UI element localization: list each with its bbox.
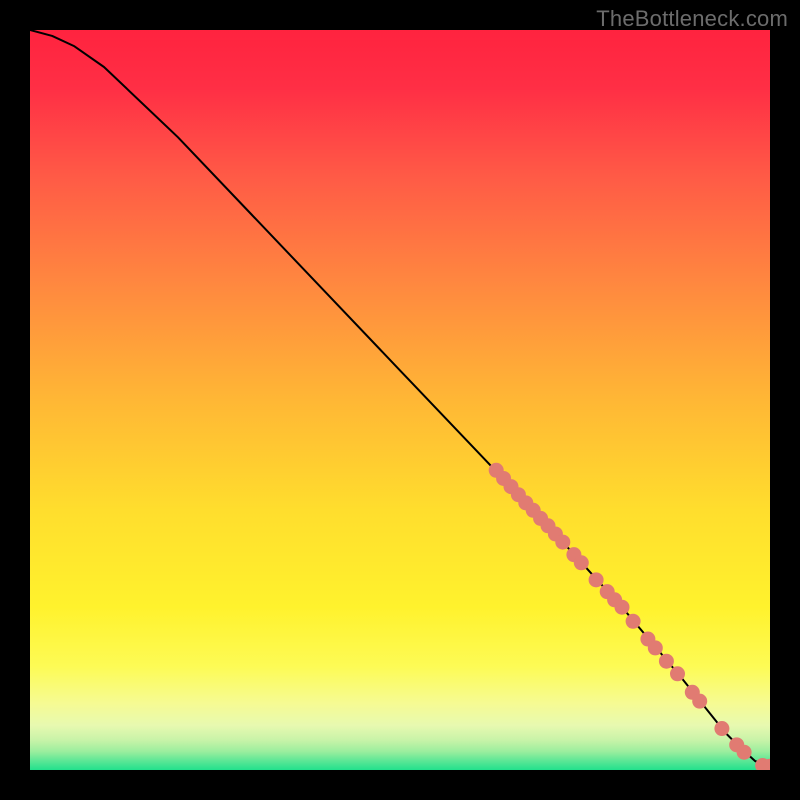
data-dot [714,721,729,736]
data-dot [574,555,589,570]
data-dot [615,600,630,615]
data-dot [692,694,707,709]
chart-svg [30,30,770,770]
chart-stage: TheBottleneck.com [0,0,800,800]
data-dot [737,745,752,760]
data-dot [626,614,641,629]
data-dot [659,654,674,669]
data-dot [670,666,685,681]
watermark-text: TheBottleneck.com [596,6,788,32]
plot-area [30,30,770,770]
data-dot [555,535,570,550]
data-dot [648,640,663,655]
data-dot [589,572,604,587]
gradient-background [30,30,770,770]
